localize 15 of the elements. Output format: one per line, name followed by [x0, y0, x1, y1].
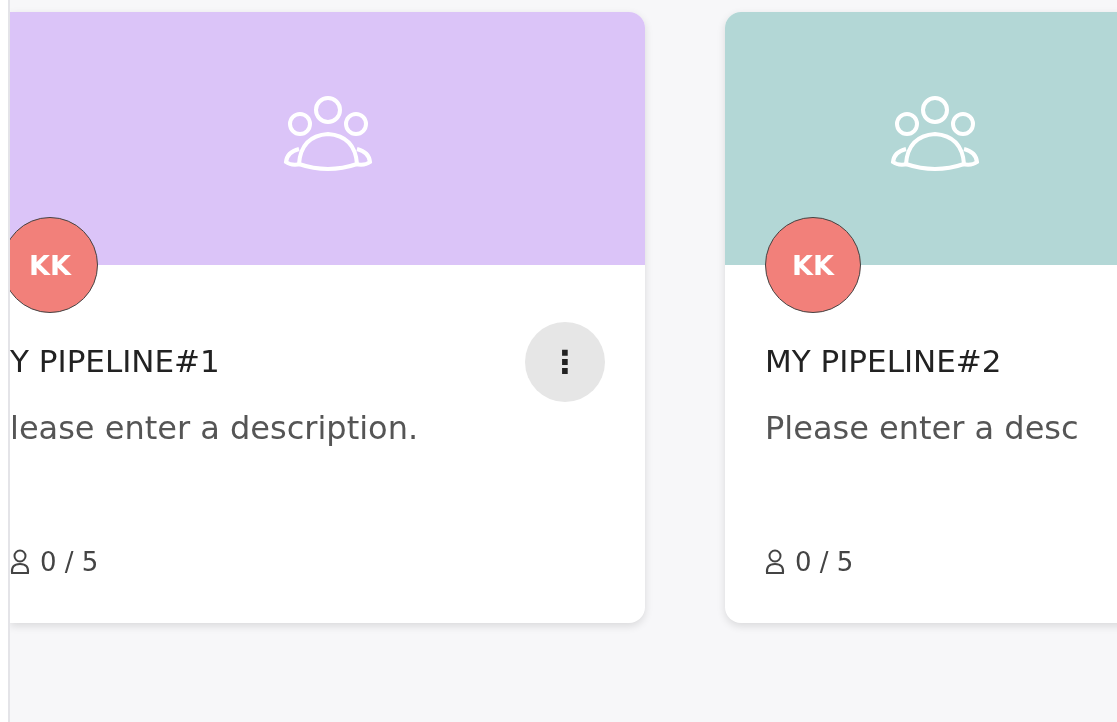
pipeline-card[interactable]: KK MY PIPELINE#2 Please enter a desc 0 / 5 [725, 12, 1117, 623]
people-group-icon [282, 94, 373, 174]
member-count: 0 / 5 [795, 547, 854, 577]
person-icon [765, 549, 785, 575]
pipeline-title: MY PIPELINE#2 [765, 343, 1002, 379]
pipeline-title: Y PIPELINE#1 [10, 343, 220, 379]
avatar: KK [765, 217, 861, 313]
people-group-icon [890, 94, 980, 174]
avatar: KK [10, 217, 98, 313]
pipeline-description: Please enter a desc [765, 409, 1080, 447]
member-count: 0 / 5 [40, 547, 99, 577]
pipeline-card[interactable]: KK Y PIPELINE#1 ⋮ lease enter a description. 0 / 5 [10, 12, 645, 623]
more-options-button[interactable]: ⋮ [525, 322, 605, 402]
pipeline-description: lease enter a description. [10, 409, 420, 447]
person-icon [10, 549, 30, 575]
